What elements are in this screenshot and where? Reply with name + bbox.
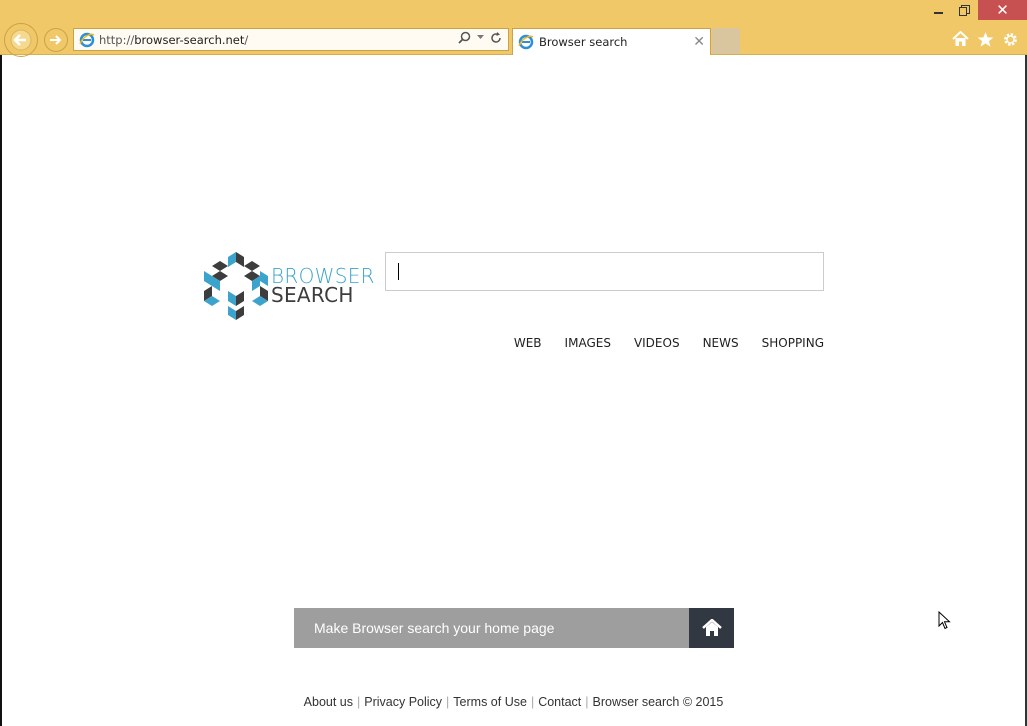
dropdown-icon[interactable] xyxy=(477,35,484,40)
make-homepage-button[interactable]: Make Browser search your home page xyxy=(294,608,734,648)
url-prefix: http:// xyxy=(99,32,135,47)
footer-link-about[interactable]: About us xyxy=(304,695,353,709)
url-domain: browser-search.net xyxy=(134,32,245,47)
home-icon[interactable] xyxy=(950,29,970,49)
footer-link-privacy[interactable]: Privacy Policy xyxy=(364,695,442,709)
minimize-icon xyxy=(933,12,943,14)
browser-chrome: ✕ http://browser-search.net/ Browser sea… xyxy=(0,0,1027,57)
home-icon xyxy=(689,608,734,648)
url-text[interactable]: http://browser-search.net/ xyxy=(99,33,248,47)
logo-cube-face xyxy=(236,291,244,306)
logo-cube-face xyxy=(236,252,244,267)
nav-news[interactable]: NEWS xyxy=(703,336,739,350)
logo-cube-face xyxy=(228,252,236,267)
minimize-button[interactable] xyxy=(926,0,950,20)
ie-icon xyxy=(79,32,95,47)
tab-close-icon[interactable]: ✕ xyxy=(693,33,705,50)
footer-link-terms[interactable]: Terms of Use xyxy=(453,695,527,709)
logo-cube-face xyxy=(236,306,244,320)
nav-shopping[interactable]: SHOPPING xyxy=(762,336,824,350)
logo-text-search: SEARCH xyxy=(271,283,354,307)
tab-browser-search[interactable]: Browser search ✕ xyxy=(512,28,711,55)
separator: | xyxy=(446,695,450,709)
forward-arrow-icon xyxy=(50,35,62,45)
close-icon: ✕ xyxy=(996,2,1009,19)
tab-title: Browser search xyxy=(539,35,628,49)
mouse-cursor-icon xyxy=(938,611,951,630)
address-bar[interactable]: http://browser-search.net/ xyxy=(73,28,509,51)
separator: | xyxy=(585,695,589,709)
text-caret xyxy=(398,263,399,280)
back-button[interactable] xyxy=(4,23,38,57)
separator: | xyxy=(357,695,361,709)
close-window-button[interactable]: ✕ xyxy=(978,0,1027,20)
nav-images[interactable]: IMAGES xyxy=(565,336,611,350)
restore-button[interactable] xyxy=(952,0,976,20)
gear-icon[interactable] xyxy=(1000,29,1020,49)
nav-web[interactable]: WEB xyxy=(514,336,542,350)
search-icon[interactable] xyxy=(458,31,471,44)
copyright: Browser search © 2015 xyxy=(592,695,724,709)
nav-videos[interactable]: VIDEOS xyxy=(634,336,680,350)
footer: About us | Privacy Policy | Terms of Use | Con… xyxy=(0,695,1027,709)
logo-cube-face xyxy=(204,271,212,286)
new-tab-button[interactable] xyxy=(712,28,740,54)
search-category-nav: WEB IMAGES VIDEOS NEWS SHOPPING xyxy=(514,336,824,350)
logo-cube-face xyxy=(212,261,228,271)
browser-search-logo[interactable] xyxy=(202,249,270,321)
refresh-icon[interactable] xyxy=(490,31,502,44)
forward-button[interactable] xyxy=(44,28,68,52)
url-suffix: / xyxy=(244,32,249,47)
window-border-left xyxy=(0,55,2,726)
restore-icon xyxy=(958,4,970,16)
separator: | xyxy=(530,695,535,709)
search-input[interactable] xyxy=(385,252,824,291)
make-homepage-label: Make Browser search your home page xyxy=(294,608,689,648)
ie-tab-icon xyxy=(518,34,534,50)
star-icon[interactable] xyxy=(975,29,995,49)
logo-cube-face xyxy=(228,306,236,320)
footer-link-contact[interactable]: Contact xyxy=(538,695,581,709)
logo-cube-face xyxy=(228,291,236,306)
logo-cube-face xyxy=(260,271,268,286)
logo-cube-face xyxy=(244,261,260,271)
back-arrow-icon xyxy=(10,29,32,51)
